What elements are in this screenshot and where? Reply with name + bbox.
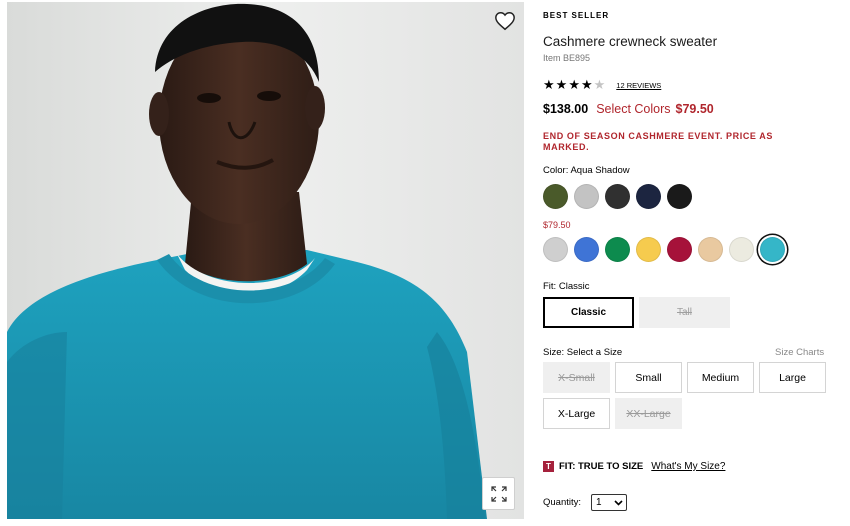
size-option-x-small[interactable]: X-Small bbox=[543, 362, 610, 393]
fit-option-classic[interactable]: Classic bbox=[543, 297, 634, 328]
fit-true-to-size: T FIT: TRUE TO SIZE What's My Size? bbox=[543, 461, 725, 472]
original-price: $138.00 bbox=[543, 102, 589, 116]
select-colors-label: Select Colors bbox=[596, 102, 671, 116]
item-number: Item BE895 bbox=[543, 53, 591, 63]
fit-label: Fit: Classic bbox=[543, 281, 589, 292]
sale-swatches-price: $79.50 bbox=[543, 220, 571, 230]
sale-color-swatch-7[interactable] bbox=[729, 237, 754, 262]
sale-color-swatch-1[interactable] bbox=[543, 237, 568, 262]
full-price-color-swatch-3[interactable] bbox=[605, 184, 630, 209]
star-filled-icon: ★ bbox=[580, 77, 593, 92]
sale-color-swatch-5[interactable] bbox=[667, 237, 692, 262]
sale-swatches bbox=[543, 237, 785, 262]
full-price-color-swatch-2[interactable] bbox=[574, 184, 599, 209]
fit-note-text: FIT: TRUE TO SIZE bbox=[559, 461, 644, 472]
quantity-label: Quantity: bbox=[543, 497, 582, 508]
rating-stars: ★ ★ ★ ★ ★ bbox=[543, 78, 605, 92]
quantity-row: Quantity: 1 bbox=[543, 494, 628, 511]
size-charts-link[interactable]: Size Charts bbox=[775, 347, 824, 358]
star-filled-icon: ★ bbox=[543, 77, 555, 92]
best-seller-badge: BEST SELLER bbox=[543, 11, 610, 20]
quantity-value: 1 bbox=[596, 497, 602, 508]
chevron-down-icon bbox=[614, 499, 623, 506]
product-photo bbox=[7, 2, 524, 519]
star-filled-icon: ★ bbox=[555, 77, 568, 92]
sale-color-swatch-6[interactable] bbox=[698, 237, 723, 262]
rating-row: ★ ★ ★ ★ ★ 12 REVIEWS bbox=[543, 78, 661, 92]
full-price-color-swatch-5[interactable] bbox=[667, 184, 692, 209]
size-label: Size: Select a Size bbox=[543, 347, 622, 358]
color-label-text: Color: bbox=[543, 165, 569, 176]
star-empty-icon: ★ bbox=[593, 77, 606, 92]
product-title: Cashmere crewneck sweater bbox=[543, 34, 718, 49]
full-price-swatches bbox=[543, 184, 692, 209]
size-option-xx-large[interactable]: XX-Large bbox=[615, 398, 682, 429]
price-row: $138.00 Select Colors $79.50 bbox=[543, 102, 714, 116]
fit-t-badge: T bbox=[543, 461, 554, 472]
wishlist-heart-icon[interactable] bbox=[494, 10, 516, 32]
sale-price: $79.50 bbox=[675, 102, 714, 116]
fit-selected: Classic bbox=[558, 281, 590, 292]
quantity-select[interactable]: 1 bbox=[591, 494, 628, 511]
promo-message: END OF SEASON CASHMERE EVENT. PRICE AS M… bbox=[543, 131, 773, 152]
sale-color-swatch-4[interactable] bbox=[636, 237, 661, 262]
fit-option-tall[interactable]: Tall bbox=[639, 297, 730, 328]
size-selected: Select a Size bbox=[566, 347, 623, 358]
zoom-expand-button[interactable] bbox=[482, 477, 515, 510]
selected-color-name: Aqua Shadow bbox=[570, 165, 630, 176]
star-filled-icon: ★ bbox=[568, 77, 580, 92]
sale-color-swatch-3[interactable] bbox=[605, 237, 630, 262]
color-label: Color: Aqua Shadow bbox=[543, 165, 630, 176]
full-price-color-swatch-1[interactable] bbox=[543, 184, 568, 209]
product-image-pane[interactable] bbox=[7, 2, 524, 519]
whats-my-size-link[interactable]: What's My Size? bbox=[651, 461, 725, 472]
expand-icon bbox=[490, 485, 507, 502]
fit-label-text: Fit: bbox=[543, 281, 557, 292]
reviews-link[interactable]: 12 REVIEWS bbox=[616, 81, 661, 90]
full-price-color-swatch-4[interactable] bbox=[636, 184, 661, 209]
size-label-text: Size: bbox=[543, 347, 565, 358]
size-option-medium[interactable]: Medium bbox=[687, 362, 754, 393]
size-option-x-large[interactable]: X-Large bbox=[543, 398, 610, 429]
size-option-large[interactable]: Large bbox=[759, 362, 826, 393]
sale-color-swatch-8[interactable] bbox=[760, 237, 785, 262]
sale-color-swatch-2[interactable] bbox=[574, 237, 599, 262]
size-option-small[interactable]: Small bbox=[615, 362, 682, 393]
